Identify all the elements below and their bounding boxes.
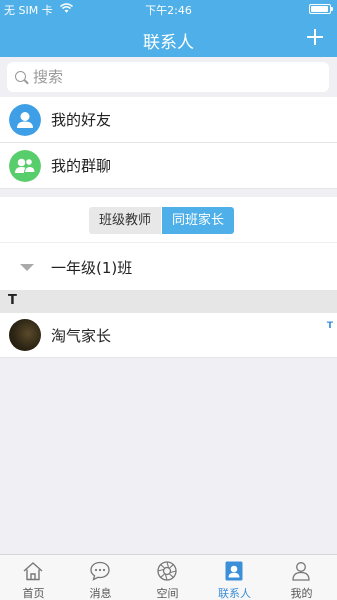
contact-row[interactable]: 淘气家长 — [0, 313, 337, 358]
tab-messages-label: 消息 — [89, 587, 112, 600]
section-header: T — [0, 290, 337, 313]
contacts-icon — [225, 561, 243, 581]
friend-icon — [9, 104, 41, 136]
search-box[interactable] — [7, 62, 329, 92]
segment-class-teachers[interactable]: 班级教师 — [89, 207, 161, 234]
space-icon — [157, 561, 177, 581]
header-bar: 无 SIM 卡 下午2:46 联系人 — [0, 0, 337, 57]
tab-profile[interactable]: 我的 — [268, 555, 335, 600]
my-friends-row[interactable]: 我的好友 — [0, 97, 337, 143]
tab-bar: 首页 消息 空间 联系人 我的 — [0, 554, 337, 600]
avatar — [9, 319, 41, 351]
my-group-chats-row[interactable]: 我的群聊 — [0, 143, 337, 189]
segment-classmates-parents[interactable]: 同班家长 — [162, 207, 234, 234]
tab-home[interactable]: 首页 — [0, 555, 67, 600]
page-title: 联系人 — [143, 33, 194, 53]
index-bar-letter[interactable]: T — [327, 321, 333, 331]
contact-name: 淘气家长 — [51, 327, 112, 345]
section-letter: T — [8, 293, 17, 308]
message-icon — [90, 561, 110, 581]
caret-down-icon — [20, 264, 34, 271]
my-friends-label: 我的好友 — [51, 111, 112, 129]
search-bar — [0, 57, 337, 97]
contact-type-switch: 班级教师 同班家长 — [0, 197, 337, 243]
tab-home-label: 首页 — [22, 587, 45, 600]
battery-icon — [309, 4, 333, 14]
class-group-label: 一年级(1)班 — [51, 259, 133, 277]
my-group-chats-label: 我的群聊 — [51, 157, 112, 175]
status-time: 下午2:46 — [145, 4, 192, 17]
search-icon — [15, 71, 26, 82]
class-group-row[interactable]: 一年级(1)班 — [0, 243, 337, 290]
tab-messages[interactable]: 消息 — [67, 555, 134, 600]
tab-space[interactable]: 空间 — [134, 555, 201, 600]
tab-contacts-label: 联系人 — [218, 587, 251, 600]
status-bar: 无 SIM 卡 下午2:46 — [0, 0, 337, 19]
tab-contacts[interactable]: 联系人 — [201, 555, 268, 600]
profile-icon — [292, 562, 310, 581]
group-chat-icon — [9, 150, 41, 182]
tab-profile-label: 我的 — [290, 587, 313, 600]
home-icon — [23, 562, 43, 581]
search-input[interactable] — [33, 62, 323, 92]
tab-space-label: 空间 — [156, 587, 179, 600]
add-icon[interactable] — [307, 29, 323, 45]
